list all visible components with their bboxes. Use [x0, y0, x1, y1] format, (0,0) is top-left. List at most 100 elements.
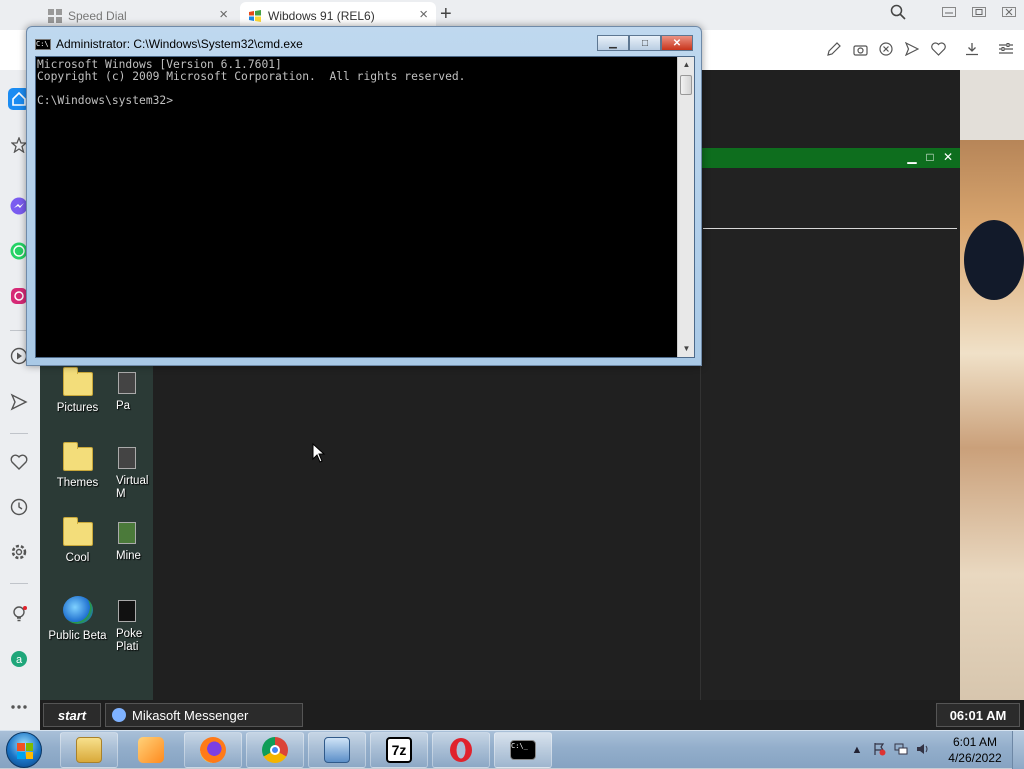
scroll-thumb[interactable] [680, 75, 692, 95]
windows-flag-icon [248, 9, 262, 23]
mouse-cursor-icon [312, 442, 326, 468]
start-orb-button[interactable] [6, 732, 42, 768]
history-icon[interactable] [8, 496, 30, 518]
action-center-icon[interactable] [871, 742, 887, 758]
start-button[interactable]: start [43, 703, 101, 727]
task-label: Mikasoft Messenger [132, 707, 249, 723]
show-desktop-button[interactable] [1012, 731, 1024, 769]
download-icon[interactable] [964, 40, 980, 58]
snapshot-edit-icon[interactable] [826, 40, 842, 58]
shortcut-icon [118, 447, 136, 469]
taskbar-opera[interactable] [432, 732, 490, 768]
new-tab-button[interactable]: + [440, 4, 452, 24]
tab-label: Wibdows 91 (REL6) [268, 9, 375, 23]
close-icon[interactable]: ✕ [940, 150, 956, 165]
scroll-down-arrow-icon[interactable]: ▼ [678, 341, 695, 357]
tab-label: Speed Dial [68, 9, 127, 23]
desktop-icon-public-beta[interactable]: Public Beta [40, 596, 115, 668]
volume-icon[interactable] [915, 742, 931, 758]
heart-icon[interactable] [930, 40, 946, 58]
speed-dial-icon [48, 9, 62, 23]
chrome-icon [262, 737, 288, 763]
desktop-icon-pokemon-platinum[interactable]: Poke Plati [116, 596, 154, 668]
desktop-icon-label: Cool [65, 552, 90, 564]
media-player-icon [138, 737, 164, 763]
desktop-icon-paint[interactable]: Pa [116, 368, 154, 440]
w91-taskbar: start Mikasoft Messenger 06:01 AM [40, 700, 1024, 730]
console-line: Copyright (c) 2009 Microsoft Corporation… [37, 70, 466, 83]
globe-icon [62, 596, 93, 624]
messenger-icon [112, 708, 126, 722]
folder-icon [62, 517, 93, 546]
system-clock[interactable]: 6:01 AM 4/26/2022 [940, 734, 1010, 766]
send-icon[interactable] [904, 40, 920, 58]
toolbar-icons [826, 40, 1014, 58]
window-title: Administrator: C:\Windows\System32\cmd.e… [56, 37, 303, 51]
firefox-icon [200, 737, 226, 763]
maximize-button[interactable]: □ [629, 35, 661, 51]
shortcut-icon [118, 600, 136, 622]
cmd-window[interactable]: C:\ Administrator: C:\Windows\System32\c… [26, 26, 702, 366]
desktop-icon-pictures[interactable]: Pictures [40, 367, 115, 440]
clock-time: 6:01 AM [952, 735, 998, 749]
minimize-icon[interactable]: ▁ [904, 150, 920, 165]
easy-setup-icon[interactable] [998, 40, 1014, 58]
close-button[interactable]: ✕ [661, 35, 693, 51]
camera-icon[interactable] [852, 40, 868, 58]
desktop-icon-label: Pa [116, 400, 131, 412]
window-controls: ▁ □ ✕ [597, 35, 693, 51]
taskbar-firefox[interactable] [184, 732, 242, 768]
desktop-icon-cool[interactable]: Cool [40, 517, 115, 590]
scroll-up-arrow-icon[interactable]: ▲ [678, 57, 695, 73]
aria-icon[interactable]: a [8, 648, 30, 670]
more-icon[interactable] [8, 696, 30, 718]
tab-close-icon[interactable]: × [219, 7, 228, 22]
7zip-icon: 7z [386, 737, 412, 763]
minimize-button[interactable]: ▁ [597, 35, 629, 51]
notification-area: ▲ [846, 731, 934, 769]
send-icon[interactable] [8, 391, 30, 413]
console-prompt: C:\Windows\system32> [37, 94, 174, 107]
vertical-scrollbar[interactable]: ▲ ▼ [677, 57, 694, 357]
console-output[interactable]: Microsoft Windows [Version 6.1.7601] Copy… [36, 57, 676, 357]
remote-desktop-icon [324, 737, 350, 763]
taskbar-clock[interactable]: 06:01 AM [936, 703, 1020, 727]
settings-icon[interactable] [8, 541, 30, 563]
sidebar-divider [10, 433, 28, 434]
show-hidden-icons-icon[interactable]: ▲ [849, 742, 865, 758]
search-tabs-icon[interactable] [890, 4, 906, 25]
desktop-icon-label: Themes [56, 477, 99, 489]
windows-logo-icon [17, 743, 33, 759]
tab-close-icon[interactable]: × [419, 7, 428, 22]
divider [703, 228, 957, 229]
cmd-icon: C:\_ [510, 740, 536, 760]
heart-icon[interactable] [8, 451, 30, 473]
shortcut-icon [118, 522, 136, 544]
restore-icon[interactable] [964, 0, 994, 24]
svg-text:a: a [16, 654, 23, 666]
desktop-icon-minecraft[interactable]: Mine [116, 518, 154, 590]
taskbar-chrome[interactable] [246, 732, 304, 768]
taskbar-cmd[interactable]: C:\_ [494, 732, 552, 768]
desktop-icon-virtual-machine[interactable]: Virtual M [116, 443, 154, 515]
desktop-icon-label: Mine [116, 550, 141, 562]
network-icon[interactable] [893, 742, 909, 758]
desktop-wallpaper [960, 70, 1024, 700]
window-titlebar[interactable]: ▁ □ ✕ [701, 148, 960, 168]
window-titlebar[interactable]: C:\ Administrator: C:\Windows\System32\c… [35, 37, 303, 51]
minimize-icon[interactable] [934, 0, 964, 24]
ad-block-icon[interactable] [878, 40, 894, 58]
taskbar-7zip[interactable]: 7z [370, 732, 428, 768]
taskbar-remote-desktop[interactable] [308, 732, 366, 768]
close-icon[interactable] [994, 0, 1024, 24]
lightbulb-icon[interactable] [8, 603, 30, 625]
console-area[interactable]: Microsoft Windows [Version 6.1.7601] Copy… [35, 56, 695, 358]
folder-icon [62, 367, 93, 396]
folder-icon [62, 442, 93, 471]
taskbar-media-player[interactable] [122, 732, 180, 768]
taskbar-task-messenger[interactable]: Mikasoft Messenger [105, 703, 303, 727]
desktop-icon-themes[interactable]: Themes [40, 442, 115, 515]
clock-date: 4/26/2022 [948, 751, 1002, 765]
taskbar-explorer[interactable] [60, 732, 118, 768]
maximize-icon[interactable]: □ [922, 150, 938, 165]
